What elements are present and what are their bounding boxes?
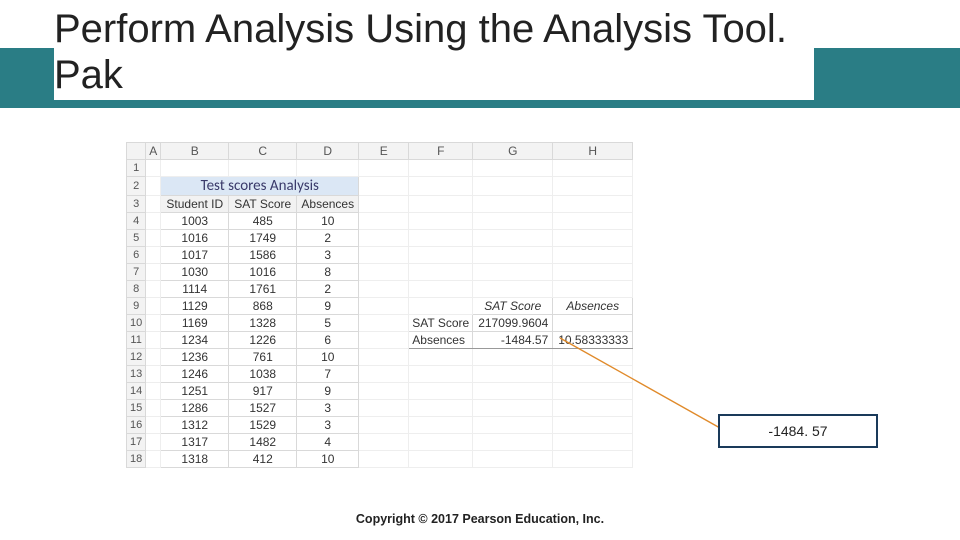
corner-cell [127, 143, 146, 160]
cov-hdr-abs: Absences [553, 298, 633, 315]
callout-box: -1484. 57 [718, 414, 878, 448]
row-2: 2 [127, 177, 146, 196]
col-A: A [146, 143, 161, 160]
col-F: F [409, 143, 473, 160]
spreadsheet: A B C D E F G H 1 2 Test scores Analysis… [126, 142, 726, 468]
callout-value: -1484. 57 [768, 423, 827, 439]
grid-table: A B C D E F G H 1 2 Test scores Analysis… [126, 142, 633, 468]
cell: 10 [297, 213, 359, 230]
hdr-sat-score: SAT Score [229, 196, 297, 213]
cell: 1003 [161, 213, 229, 230]
hdr-student-id: Student ID [161, 196, 229, 213]
col-H: H [553, 143, 633, 160]
col-C: C [229, 143, 297, 160]
cell: 485 [229, 213, 297, 230]
col-D: D [297, 143, 359, 160]
row-3: 3 [127, 196, 146, 213]
col-E: E [359, 143, 409, 160]
cov-abs-abs: 10.58333333 [553, 332, 633, 349]
row-1: 1 [127, 160, 146, 177]
cov-row2-label: Absences [409, 332, 473, 349]
cov-row1-label: SAT Score [409, 315, 473, 332]
col-B: B [161, 143, 229, 160]
page-title: Perform Analysis Using the Analysis Tool… [54, 6, 814, 100]
col-G: G [473, 143, 553, 160]
cov-hdr-sat: SAT Score [473, 298, 553, 315]
cov-sat-sat: 217099.9604 [473, 315, 553, 332]
cov-abs-sat: -1484.57 [473, 332, 553, 349]
hdr-absences: Absences [297, 196, 359, 213]
table-title: Test scores Analysis [161, 177, 359, 196]
copyright-footer: Copyright © 2017 Pearson Education, Inc. [0, 512, 960, 526]
